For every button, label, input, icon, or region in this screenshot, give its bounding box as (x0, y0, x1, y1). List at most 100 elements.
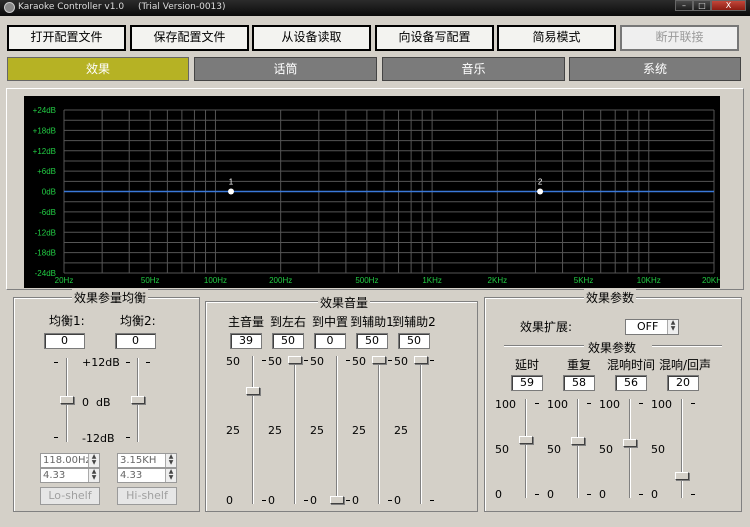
tick (691, 494, 695, 495)
eq2-type-button[interactable]: Hi-shelf (117, 487, 177, 505)
volume-channel-value[interactable]: 50 (398, 333, 430, 349)
volume-channel-label: 主音量 (227, 315, 264, 329)
effect-ext-value: OFF (637, 320, 659, 333)
eq1-q-spin[interactable]: 4.33 ▲ ▼ (40, 468, 100, 483)
params-slider-thumb[interactable] (623, 439, 637, 448)
volume-channel-value[interactable]: 50 (356, 333, 388, 349)
close-button[interactable]: X (711, 0, 746, 11)
eq1-freq-spin[interactable]: 118.00Hz ▲ ▼ (40, 453, 100, 468)
params-channel-value[interactable]: 56 (615, 375, 647, 391)
volume-channel-value[interactable]: 50 (272, 333, 304, 349)
eq1-type-button[interactable]: Lo-shelf (40, 487, 100, 505)
params-slider-track (525, 399, 527, 498)
tab-effect[interactable]: 效果 (7, 57, 189, 81)
volume-scale-mid: 25 (226, 424, 240, 437)
tick (691, 403, 695, 404)
x-tick-label: 100Hz (204, 276, 227, 285)
app-icon (4, 2, 15, 13)
write-device-button[interactable]: 向设备写配置 (375, 25, 494, 51)
params-slider-track (577, 399, 579, 498)
read-device-button[interactable]: 从设备读取 (252, 25, 371, 51)
volume-channel-value[interactable]: 0 (314, 333, 346, 349)
eq1-value[interactable]: 0 (44, 333, 85, 349)
params-slider-track (629, 399, 631, 498)
params-scale-max: 100 (651, 398, 672, 411)
tick (126, 437, 130, 438)
tab-mic[interactable]: 话筒 (194, 57, 377, 81)
eq1-slider-thumb[interactable] (60, 395, 74, 404)
volume-slider-thumb[interactable] (246, 386, 260, 395)
tick (388, 500, 392, 501)
eq2-q-spin[interactable]: 4.33 ▲ ▼ (117, 468, 177, 483)
volume-scale-max: 50 (352, 355, 366, 368)
maximize-button[interactable]: □ (693, 0, 711, 11)
simple-mode-button[interactable]: 简易模式 (497, 25, 616, 51)
volume-slider-thumb[interactable] (372, 356, 386, 364)
params-channel-value[interactable]: 59 (511, 375, 543, 391)
eq-mid-db: dB (96, 396, 111, 409)
x-tick-label: 5KHz (574, 276, 594, 285)
tick (587, 403, 591, 404)
tick (262, 360, 266, 361)
params-scale-max: 100 (599, 398, 620, 411)
volume-scale-mid: 25 (352, 424, 366, 437)
tick (146, 362, 150, 363)
params-channel-value[interactable]: 58 (563, 375, 595, 391)
tab-music[interactable]: 音乐 (382, 57, 565, 81)
minimize-button[interactable]: – (675, 0, 693, 11)
tick (304, 500, 308, 501)
volume-scale-min: 0 (268, 494, 275, 507)
eq2-value[interactable]: 0 (115, 333, 156, 349)
x-tick-label: 20KHz (702, 276, 720, 285)
y-tick-label: 0dB (42, 188, 56, 197)
spin-arrows-icon[interactable]: ▲ ▼ (88, 454, 99, 467)
y-tick-label: -24dB (35, 269, 56, 278)
eq1-q-value: 4.33 (43, 470, 66, 481)
spin-arrows-icon[interactable]: ▲ ▼ (667, 320, 678, 334)
params-channel-label: 混响时间 (607, 358, 656, 372)
params-slider-thumb[interactable] (571, 437, 585, 446)
eq1-freq-value: 118.00Hz (43, 455, 91, 466)
params-scale-max: 100 (547, 398, 568, 411)
save-config-button[interactable]: 保存配置文件 (130, 25, 249, 51)
tick (639, 494, 643, 495)
params-panel-title: 效果参数 (584, 289, 637, 306)
window-title: Karaoke Controller v1.0 (18, 2, 125, 12)
params-slider-thumb[interactable] (675, 471, 689, 480)
volume-scale-max: 50 (226, 355, 240, 368)
volume-channel-label: 到辅助1 (350, 315, 394, 329)
volume-scale-min: 0 (394, 494, 401, 507)
y-tick-label: +6dB (37, 167, 56, 176)
eq2-slider-thumb[interactable] (131, 395, 145, 404)
eq-max-label: +12dB (82, 356, 120, 369)
spin-arrows-icon[interactable]: ▲ ▼ (165, 469, 176, 482)
volume-channel-label: 到左右 (269, 315, 306, 329)
volume-slider-thumb[interactable] (330, 496, 344, 504)
volume-slider-track (420, 356, 422, 504)
y-tick-label: +18dB (33, 126, 56, 135)
eq2-freq-spin[interactable]: 3.15KH ▲ ▼ (117, 453, 177, 468)
y-tick-label: -12dB (35, 228, 56, 237)
volume-slider-track (294, 356, 296, 504)
tick (535, 403, 539, 404)
tab-system[interactable]: 系统 (569, 57, 741, 81)
y-tick-label: -6dB (39, 208, 56, 217)
trial-label: (Trial Version-0013) (138, 2, 226, 12)
params-slider-thumb[interactable] (519, 436, 533, 445)
open-config-button[interactable]: 打开配置文件 (7, 25, 126, 51)
volume-slider-thumb[interactable] (288, 356, 302, 364)
spin-arrows-icon[interactable]: ▲ ▼ (88, 469, 99, 482)
eq-graph[interactable]: +24dB +18dB +12dB +6dB 0dB -6dB -12dB -18dB -24d… (24, 96, 720, 288)
effect-ext-spin[interactable]: OFF ▲ ▼ (625, 319, 679, 335)
balance-panel-title: 效果参量均衡 (72, 289, 149, 306)
disconnect-button[interactable]: 断开联接 (620, 25, 739, 51)
params-channel-value[interactable]: 20 (667, 375, 699, 391)
volume-scale-mid: 25 (268, 424, 282, 437)
volume-channel-value[interactable]: 39 (230, 333, 262, 349)
x-tick-label: 2KHz (488, 276, 508, 285)
params-scale-min: 0 (651, 488, 658, 501)
volume-scale-min: 0 (352, 494, 359, 507)
volume-scale-max: 50 (394, 355, 408, 368)
volume-slider-thumb[interactable] (414, 356, 428, 364)
spin-arrows-icon[interactable]: ▲ ▼ (165, 454, 176, 467)
